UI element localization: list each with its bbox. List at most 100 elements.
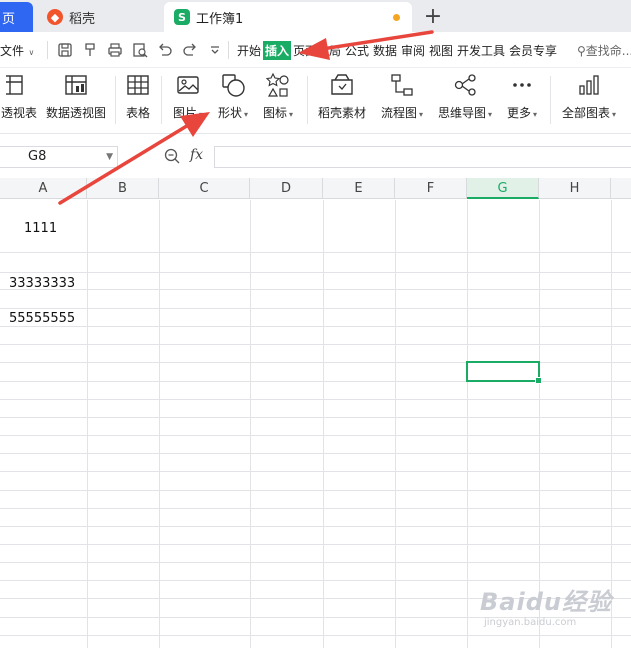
mindmap-label: 思维导图 ▾ xyxy=(438,104,492,121)
search-command[interactable]: ⚲查找命... xyxy=(577,42,631,59)
pivot-table-icon xyxy=(6,75,23,95)
more-label-text: 更多 xyxy=(506,106,531,120)
format-painter-icon[interactable] xyxy=(81,41,99,59)
watermark-brand: Baidu经验 xyxy=(480,588,612,616)
tab-home-label: 页 xyxy=(2,11,16,27)
shape-button[interactable]: 形状 ▾ xyxy=(212,72,254,128)
column-header-a[interactable]: A xyxy=(0,178,87,199)
icon-label-text: 图标 xyxy=(262,106,287,120)
menu-page-layout[interactable]: 页面布局 xyxy=(293,42,341,59)
docer-material-label: 稻壳素材 xyxy=(317,106,366,120)
insert-function-button[interactable]: fx xyxy=(190,147,203,163)
name-box[interactable]: G8 ▼ xyxy=(0,146,118,168)
picture-button[interactable]: 图片 ▾ xyxy=(168,72,208,128)
pivot-table-button[interactable]: 透视表 xyxy=(0,72,38,128)
docer-flame-icon: ◆ xyxy=(47,9,63,25)
save-icon[interactable] xyxy=(56,41,74,59)
print-icon[interactable] xyxy=(106,41,124,59)
formula-input[interactable] xyxy=(214,146,631,168)
tab-bar: 页 ◆ 稻壳 S 工作簿1 + xyxy=(0,0,631,32)
column-header-d[interactable]: D xyxy=(250,178,323,199)
cell-a5[interactable]: 55555555 xyxy=(9,311,75,326)
more-button[interactable]: 更多 ▾ xyxy=(502,72,542,128)
baidu-jingyan-watermark: Baidu经验 jingyan.baidu.com xyxy=(480,582,612,628)
mindmap-label-text: 思维导图 xyxy=(437,106,486,120)
mindmap-button[interactable]: 思维导图 ▾ xyxy=(435,72,495,128)
column-header-f[interactable]: F xyxy=(395,178,467,199)
name-box-value: G8 xyxy=(28,149,47,164)
column-header-b[interactable]: B xyxy=(87,178,159,199)
cell-grid[interactable] xyxy=(0,200,631,648)
menu-data[interactable]: 数据 xyxy=(373,42,397,59)
grid-row-line xyxy=(0,344,631,345)
menu-home[interactable]: 开始 xyxy=(237,42,261,59)
grid-row-line xyxy=(0,453,631,454)
chevron-down-icon: ∨ xyxy=(26,48,35,57)
column-headers: A B C D E F G H xyxy=(0,178,631,199)
grid-row-line xyxy=(0,562,631,563)
menu-review[interactable]: 审阅 xyxy=(401,42,425,59)
tab-home[interactable]: 页 xyxy=(0,2,33,32)
menu-formulas[interactable]: 公式 xyxy=(345,42,369,59)
caret-down-icon: ▾ xyxy=(199,110,204,119)
grid-row-line xyxy=(0,289,631,290)
grid-row-line xyxy=(0,508,631,509)
grid-row-line xyxy=(0,635,631,636)
picture-label: 图片 ▾ xyxy=(173,104,203,121)
column-header-e[interactable]: E xyxy=(323,178,395,199)
grid-row-line xyxy=(0,399,631,400)
menu-view[interactable]: 视图 xyxy=(429,42,453,59)
cell-a4[interactable]: 33333333 xyxy=(9,276,75,291)
flowchart-button[interactable]: 流程图 ▾ xyxy=(378,72,426,128)
column-header-c[interactable]: C xyxy=(159,178,250,199)
pivot-chart-icon xyxy=(65,75,87,95)
menu-developer[interactable]: 开发工具 xyxy=(457,42,505,59)
picture-label-text: 图片 xyxy=(172,106,197,120)
shape-label: 形状 ▾ xyxy=(218,104,248,121)
docer-material-button[interactable]: 稻壳素材 xyxy=(314,72,370,128)
customize-dropdown-icon[interactable] xyxy=(206,41,224,59)
more-label: 更多 ▾ xyxy=(507,104,537,121)
spreadsheet-icon: S xyxy=(174,9,190,25)
table-button[interactable]: 表格 xyxy=(122,72,154,128)
column-header-g[interactable]: G xyxy=(467,178,539,199)
grid-row-line xyxy=(0,471,631,472)
caret-down-icon: ▾ xyxy=(244,110,249,119)
grid-row-line xyxy=(0,308,631,309)
tab-docer[interactable]: ◆ 稻壳 xyxy=(37,2,161,32)
zoom-icon[interactable] xyxy=(163,147,181,165)
shape-label-text: 形状 xyxy=(217,106,242,120)
cell-a2[interactable]: 1111 xyxy=(24,221,57,236)
pivot-chart-button[interactable]: 数据透视图 xyxy=(44,72,108,128)
flowchart-label: 流程图 ▾ xyxy=(381,104,423,121)
caret-down-icon: ▾ xyxy=(419,110,424,119)
grid-row-line xyxy=(0,417,631,418)
chevron-down-icon[interactable]: ▼ xyxy=(106,147,113,167)
all-charts-label-text: 全部图表 xyxy=(561,106,610,120)
all-charts-button[interactable]: 全部图表 ▾ xyxy=(558,72,620,128)
divider xyxy=(115,76,116,124)
search-icon: ⚲ xyxy=(577,44,586,58)
picture-icon xyxy=(177,76,199,94)
menu-member[interactable]: 会员专享 xyxy=(509,42,557,59)
column-header-h[interactable]: H xyxy=(539,178,611,199)
flowchart-icon xyxy=(391,74,413,96)
menu-file[interactable]: 文件 ∨ xyxy=(0,42,34,59)
grid-row-line xyxy=(0,326,631,327)
redo-icon[interactable] xyxy=(181,41,199,59)
menu-insert[interactable]: 插入 xyxy=(263,41,292,60)
ribbon-insert: 透视表 数据透视图 表格 图片 ▾ 形状 ▾ 图标 ▾ 稻壳素材 流程图 ▾ 思维导图 ▾… xyxy=(0,68,631,134)
divider xyxy=(47,41,48,59)
print-preview-icon[interactable] xyxy=(131,41,149,59)
tab-workbook[interactable]: S 工作簿1 xyxy=(164,2,412,32)
mindmap-icon xyxy=(454,74,476,96)
undo-icon[interactable] xyxy=(156,41,174,59)
selected-cell-g8[interactable] xyxy=(466,361,542,384)
divider xyxy=(307,76,308,124)
icon-button[interactable]: 图标 ▾ xyxy=(258,72,298,128)
grid-row-line xyxy=(0,272,631,273)
unsaved-indicator-icon xyxy=(393,14,400,21)
pivot-table-label: 透视表 xyxy=(0,106,37,120)
new-tab-button[interactable]: + xyxy=(420,2,446,30)
caret-down-icon: ▾ xyxy=(533,110,538,119)
